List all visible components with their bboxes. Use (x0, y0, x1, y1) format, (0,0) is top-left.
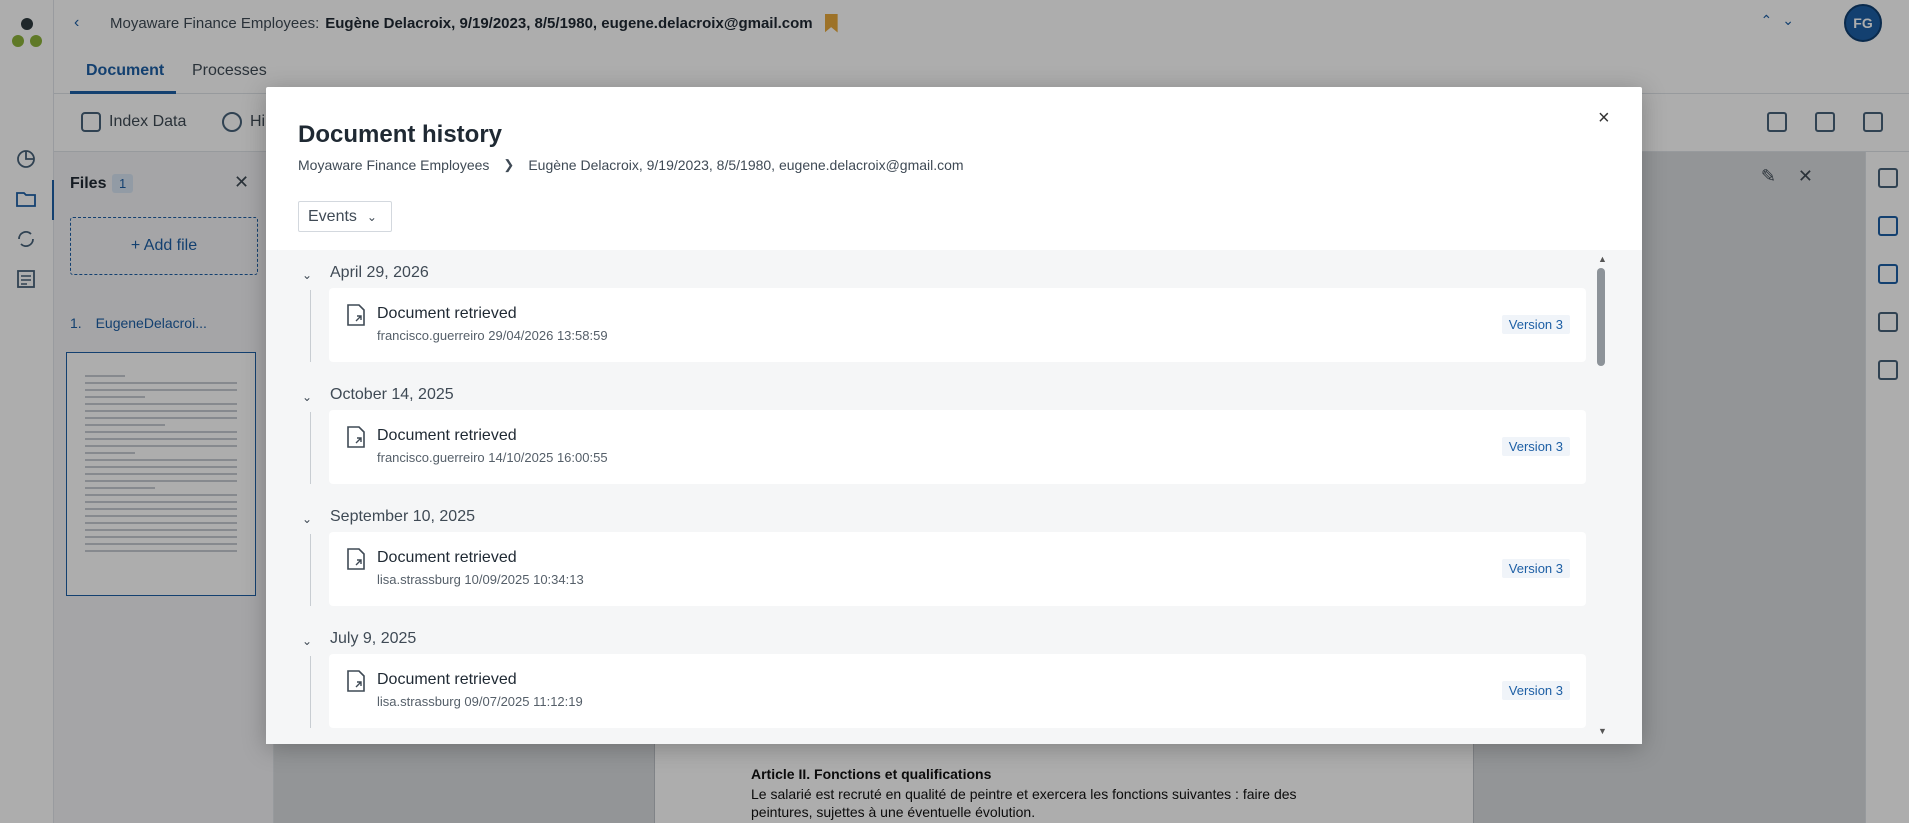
history-group: ⌄ September 10, 2025 Document retrieved … (266, 494, 1586, 616)
history-timeline: ⌄ April 29, 2026 Document retrieved fran… (266, 250, 1642, 744)
history-event-card[interactable]: Document retrieved lisa.strassburg 09/07… (329, 654, 1586, 728)
chevron-down-icon: ⌄ (366, 209, 377, 224)
collapse-chevron-icon[interactable]: ⌄ (302, 634, 312, 648)
history-group: ⌄ July 9, 2025 Document retrieved lisa.s… (266, 616, 1586, 738)
close-icon[interactable]: × (1598, 107, 1610, 130)
event-title: Document retrieved (377, 427, 517, 444)
document-retrieved-icon (347, 548, 365, 570)
breadcrumb: Moyaware Finance Employees ❯ Eugène Dela… (298, 157, 964, 173)
document-retrieved-icon (347, 304, 365, 326)
history-event-card[interactable]: Document retrieved lisa.strassburg 10/09… (329, 532, 1586, 606)
group-date: October 14, 2025 (330, 386, 454, 403)
event-title: Document retrieved (377, 549, 517, 566)
history-group: ⌄ April 29, 2026 Document retrieved fran… (266, 250, 1586, 372)
event-title: Document retrieved (377, 305, 517, 322)
version-badge[interactable]: Version 3 (1501, 315, 1570, 334)
filter-label: Events (308, 207, 357, 225)
timeline-line (310, 412, 311, 484)
collapse-chevron-icon[interactable]: ⌄ (302, 390, 312, 404)
event-meta: francisco.guerreiro 14/10/2025 16:00:55 (377, 450, 608, 465)
collapse-chevron-icon[interactable]: ⌄ (302, 268, 312, 282)
events-filter-dropdown[interactable]: Events ⌄ (298, 201, 392, 232)
timeline-line (310, 656, 311, 728)
event-meta: lisa.strassburg 10/09/2025 10:34:13 (377, 572, 584, 587)
scrollbar-thumb[interactable] (1597, 268, 1605, 366)
event-meta: francisco.guerreiro 29/04/2026 13:58:59 (377, 328, 608, 343)
document-history-dialog: Document history × Moyaware Finance Empl… (266, 87, 1642, 744)
version-badge[interactable]: Version 3 (1501, 437, 1570, 456)
timeline-scrollbar[interactable]: ▲ ▼ (1596, 254, 1607, 740)
version-badge[interactable]: Version 3 (1501, 681, 1570, 700)
group-date: July 9, 2025 (330, 630, 417, 647)
group-date: April 29, 2026 (330, 264, 429, 281)
version-badge[interactable]: Version 3 (1501, 559, 1570, 578)
event-title: Document retrieved (377, 671, 517, 688)
scroll-down-icon[interactable]: ▼ (1598, 726, 1607, 736)
event-meta: lisa.strassburg 09/07/2025 11:12:19 (377, 694, 583, 709)
history-event-card[interactable]: Document retrieved francisco.guerreiro 2… (329, 288, 1586, 362)
dialog-title: Document history (298, 121, 503, 148)
collapse-chevron-icon[interactable]: ⌄ (302, 512, 312, 526)
breadcrumb-folder[interactable]: Moyaware Finance Employees (298, 157, 489, 173)
document-retrieved-icon (347, 426, 365, 448)
scroll-up-icon[interactable]: ▲ (1598, 254, 1607, 264)
breadcrumb-record: Eugène Delacroix, 9/19/2023, 8/5/1980, e… (528, 157, 964, 173)
timeline-line (310, 534, 311, 606)
history-event-card[interactable]: Document retrieved francisco.guerreiro 1… (329, 410, 1586, 484)
chevron-right-icon: ❯ (503, 157, 515, 172)
history-group: ⌄ October 14, 2025 Document retrieved fr… (266, 372, 1586, 494)
group-date: September 10, 2025 (330, 508, 475, 525)
timeline-line (310, 290, 311, 362)
document-retrieved-icon (347, 670, 365, 692)
